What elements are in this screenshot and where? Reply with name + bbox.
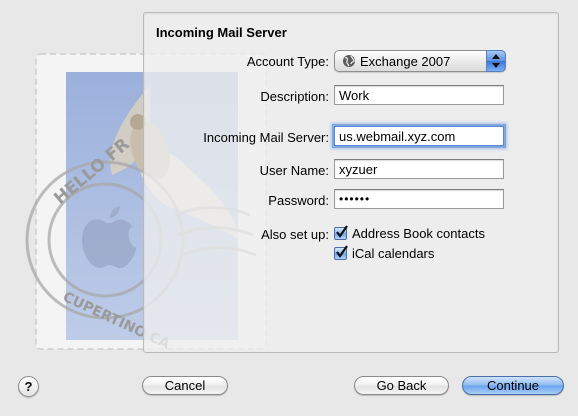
password-field[interactable]: •••••• [334, 189, 504, 209]
incoming-mail-server-panel: Incoming Mail Server Account Type: Excha… [143, 12, 559, 353]
incoming-server-field[interactable]: us.webmail.xyz.com [334, 126, 504, 146]
incoming-server-label: Incoming Mail Server: [203, 130, 329, 145]
globe-icon [343, 55, 355, 67]
description-field[interactable]: Work [334, 85, 504, 105]
address-book-checkbox[interactable] [334, 225, 348, 240]
address-book-label: Address Book contacts [352, 226, 485, 241]
account-type-label: Account Type: [246, 54, 329, 69]
checkmark-icon [336, 225, 348, 238]
also-setup-label: Also set up: [261, 227, 329, 242]
continue-button[interactable]: Continue [462, 376, 564, 395]
up-down-arrows-icon [492, 54, 500, 68]
cancel-button[interactable]: Cancel [142, 376, 228, 395]
password-label: Password: [268, 193, 329, 208]
go-back-button[interactable]: Go Back [354, 376, 449, 395]
user-name-field[interactable]: xyzuer [334, 159, 504, 179]
ical-label: iCal calendars [352, 246, 435, 261]
popup-arrows [486, 50, 506, 72]
checkmark-icon [336, 245, 348, 258]
description-label: Description: [260, 89, 329, 104]
panel-title: Incoming Mail Server [156, 25, 287, 40]
account-type-value: Exchange 2007 [360, 54, 451, 69]
help-button[interactable]: ? [18, 376, 39, 397]
account-type-popup[interactable]: Exchange 2007 [334, 50, 506, 72]
ical-checkbox[interactable] [334, 245, 348, 260]
user-name-label: User Name: [259, 163, 329, 178]
